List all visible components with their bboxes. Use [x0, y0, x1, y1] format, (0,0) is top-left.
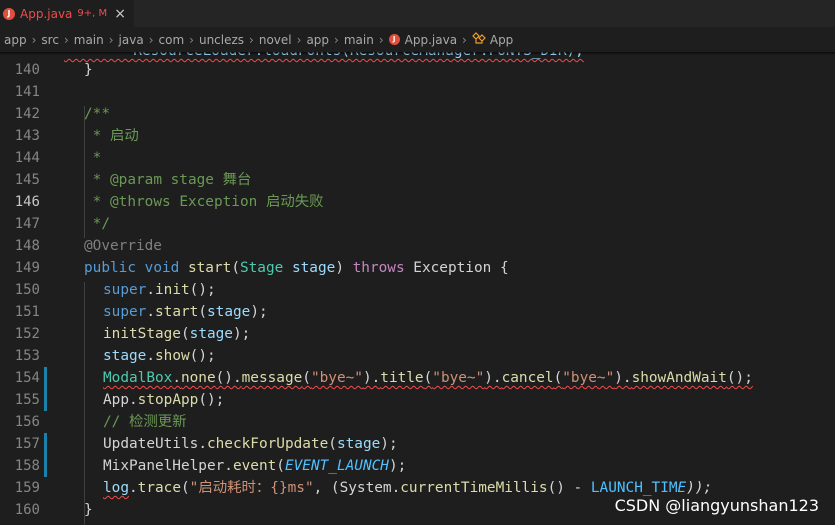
- line-number: 143: [14, 128, 40, 144]
- code-line: 148 @Override: [0, 235, 835, 257]
- line-number: 151: [14, 304, 40, 320]
- tab-label: App.java: [20, 6, 73, 21]
- scroll-shadow: [0, 52, 835, 55]
- code-text: MixPanelHelper.event(EVENT_LAUNCH);: [103, 458, 407, 474]
- line-number: 158: [14, 458, 40, 474]
- code-line: 143 * 启动: [0, 125, 835, 147]
- code-line: 158 MixPanelHelper.event(EVENT_LAUNCH);: [0, 455, 835, 477]
- line-number: 145: [14, 172, 40, 188]
- chevron-right-icon: ›: [189, 32, 194, 47]
- tab-bar: J App.java 9+, M ×: [0, 0, 835, 27]
- chevron-right-icon: ›: [63, 32, 69, 47]
- git-modified-marker[interactable]: [44, 433, 47, 455]
- line-number: 155: [14, 392, 40, 408]
- breadcrumb-file[interactable]: J App.java: [388, 32, 458, 47]
- code-text: // 检测更新: [103, 414, 187, 430]
- chevron-right-icon: ›: [249, 32, 254, 47]
- code-line: 142 /**: [0, 103, 835, 125]
- code-text: * @throws Exception 启动失败: [84, 194, 324, 210]
- breadcrumb-item[interactable]: app: [306, 33, 329, 47]
- line-number: 147: [14, 216, 40, 232]
- code-line: 154 ModalBox.none().message("bye~").titl…: [0, 367, 835, 389]
- breadcrumb-item[interactable]: novel: [259, 33, 292, 47]
- line-number: 140: [14, 62, 40, 78]
- breadcrumb-item[interactable]: unclezs: [199, 33, 244, 47]
- code-text: super.init();: [103, 282, 216, 298]
- code-text: super.start(stage);: [103, 304, 268, 320]
- breadcrumb-item[interactable]: src: [41, 33, 59, 47]
- code-text: * 启动: [84, 128, 139, 144]
- chevron-right-icon: ›: [31, 32, 37, 47]
- chevron-right-icon: ›: [296, 32, 302, 47]
- close-icon[interactable]: ×: [114, 7, 126, 21]
- code-text: * @param stage 舞台: [84, 172, 252, 188]
- code-line: 152 initStage(stage);: [0, 323, 835, 345]
- code-line: 156 // 检测更新: [0, 411, 835, 433]
- code-text: */: [84, 216, 110, 232]
- code-text: *: [84, 150, 102, 166]
- breadcrumb-file-label: App.java: [404, 32, 458, 47]
- breadcrumb: app › src › main › java › com › unclezs …: [0, 27, 835, 52]
- breadcrumb-symbol[interactable]: App: [472, 32, 513, 47]
- tab-status-badge: 9+, M: [77, 8, 108, 19]
- watermark: CSDN @liangyunshan123: [614, 496, 819, 515]
- git-modified-marker[interactable]: [44, 389, 47, 411]
- code-line: 150 super.init();: [0, 279, 835, 301]
- code-line: 145 * @param stage 舞台: [0, 169, 835, 191]
- java-file-icon: J: [3, 7, 15, 20]
- breadcrumb-item[interactable]: java: [119, 33, 144, 47]
- code-text: UpdateUtils.checkForUpdate(stage);: [103, 436, 398, 452]
- line-number: 142: [14, 106, 40, 122]
- code-line: 140 }: [0, 59, 835, 81]
- line-number: 150: [14, 282, 40, 298]
- line-number: 144: [14, 150, 40, 166]
- chevron-right-icon: ›: [108, 32, 114, 47]
- breadcrumb-item[interactable]: app: [4, 33, 27, 47]
- line-number: 141: [14, 84, 40, 100]
- code-line: 155 App.stopApp();: [0, 389, 835, 411]
- line-number: 154: [14, 370, 40, 386]
- class-symbol-icon: [472, 32, 486, 47]
- chevron-right-icon: ›: [148, 32, 154, 47]
- line-number: 157: [14, 436, 40, 452]
- line-number: 160: [14, 502, 40, 518]
- line-number: 149: [14, 260, 40, 276]
- chevron-right-icon: ›: [462, 32, 467, 47]
- line-number: 153: [14, 348, 40, 364]
- code-text: App.stopApp();: [103, 392, 225, 408]
- code-line: 141: [0, 81, 835, 103]
- code-text: public void start(Stage stage) throws Ex…: [84, 260, 509, 276]
- code-text: stage.show();: [103, 348, 216, 364]
- git-modified-marker[interactable]: [44, 455, 47, 477]
- chevron-right-icon: ›: [334, 32, 339, 47]
- chevron-right-icon: ›: [378, 32, 384, 47]
- tab-app-java[interactable]: J App.java 9+, M ×: [0, 0, 134, 27]
- code-text: /**: [84, 106, 110, 122]
- line-number: 152: [14, 326, 40, 342]
- code-text: @Override: [84, 238, 162, 254]
- git-modified-marker[interactable]: [44, 367, 47, 389]
- code-line-active: 146 * @throws Exception 启动失败: [0, 191, 835, 213]
- code-text: ModalBox.none().message("bye~").title("b…: [103, 370, 753, 386]
- java-file-icon: J: [388, 34, 400, 45]
- code-line: 157 UpdateUtils.checkForUpdate(stage);: [0, 433, 835, 455]
- breadcrumb-item[interactable]: main: [344, 33, 374, 47]
- code-line: 153 stage.show();: [0, 345, 835, 367]
- breadcrumb-item[interactable]: com: [159, 33, 185, 47]
- breadcrumb-symbol-label: App: [489, 32, 514, 47]
- code-text: initStage(stage);: [103, 326, 251, 342]
- code-text: }: [84, 502, 93, 518]
- code-line: 147 */: [0, 213, 835, 235]
- line-number: 159: [14, 480, 40, 496]
- line-number: 146: [14, 194, 40, 210]
- code-text: }: [84, 62, 93, 78]
- line-number: 148: [14, 238, 40, 254]
- code-line: 151 super.start(stage);: [0, 301, 835, 323]
- code-editor[interactable]: ResourceLoader.loadFonts(ResourceManager…: [0, 52, 835, 525]
- code-line: 149 public void start(Stage stage) throw…: [0, 257, 835, 279]
- line-number: 156: [14, 414, 40, 430]
- breadcrumb-item[interactable]: main: [74, 33, 104, 47]
- code-line: 144 *: [0, 147, 835, 169]
